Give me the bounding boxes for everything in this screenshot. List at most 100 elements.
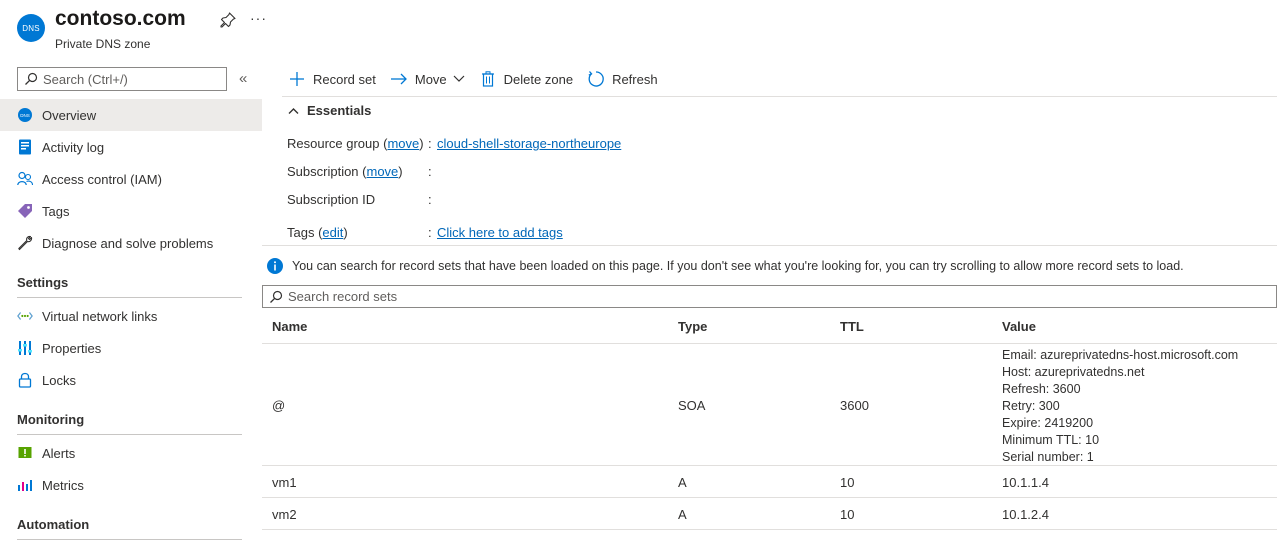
soa-email: Email: azureprivatedns-host.microsoft.co…	[1002, 348, 1239, 362]
resource-header: DNS contoso.com Private DNS zone ···	[0, 0, 1277, 60]
record-ttl: 10	[840, 475, 855, 490]
refresh-icon	[587, 70, 605, 88]
row-divider	[262, 465, 1277, 466]
sidebar-item-overview[interactable]: DNS Overview	[0, 99, 262, 131]
chevron-down-icon	[453, 75, 465, 83]
more-options-icon[interactable]: ···	[250, 10, 267, 26]
move-subscription-link[interactable]: move	[366, 164, 398, 179]
column-header-value[interactable]: Value	[1002, 319, 1036, 334]
people-icon	[17, 171, 33, 187]
column-header-type[interactable]: Type	[678, 319, 707, 334]
record-name: vm2	[272, 507, 297, 522]
record-set-search[interactable]	[262, 285, 1277, 308]
record-type: SOA	[678, 398, 706, 413]
essentials-toggle[interactable]: Essentials	[288, 103, 371, 118]
sidebar-search[interactable]	[17, 67, 227, 91]
sidebar-item-tags[interactable]: Tags	[0, 195, 262, 227]
paren: )	[419, 136, 424, 151]
add-tags-link[interactable]: Click here to add tags	[437, 225, 563, 240]
resource-group-row: Resource group (move)	[287, 136, 424, 151]
settings-section-header: Settings	[17, 275, 242, 298]
subscription-row: Subscription (move)	[287, 164, 403, 179]
sidebar-item-label: Tags	[42, 203, 70, 219]
record-value: 10.1.2.4	[1002, 507, 1049, 522]
column-header-ttl[interactable]: TTL	[840, 319, 864, 334]
resource-group-label: Resource group (	[287, 136, 388, 151]
activity-log-icon	[17, 139, 33, 155]
soa-expire: Expire: 2419200	[1002, 416, 1094, 430]
monitoring-section-header: Monitoring	[17, 412, 242, 435]
metrics-icon	[17, 477, 33, 493]
info-message: You can search for record sets that have…	[267, 258, 1184, 274]
sidebar-item-label: Access control (IAM)	[42, 171, 162, 187]
paren: )	[343, 225, 348, 240]
sidebar-item-label: Diagnose and solve problems	[42, 235, 214, 251]
column-header-name[interactable]: Name	[272, 319, 307, 334]
delete-zone-button[interactable]: Delete zone	[479, 70, 573, 88]
pin-icon[interactable]	[219, 11, 237, 29]
sidebar-item-label: Metrics	[42, 477, 84, 493]
resource-group-link[interactable]: cloud-shell-storage-northeurope	[437, 136, 621, 151]
move-button[interactable]: Move	[390, 70, 465, 88]
colon: :	[428, 192, 432, 207]
record-type: A	[678, 507, 687, 522]
record-ttl: 10	[840, 507, 855, 522]
sidebar-item-label: Overview	[42, 107, 97, 123]
record-set-search-input[interactable]	[288, 289, 1188, 304]
record-name: vm1	[272, 475, 297, 490]
paren: )	[398, 164, 403, 179]
collapse-sidebar-icon[interactable]: «	[239, 70, 247, 87]
info-text: You can search for record sets that have…	[292, 259, 1184, 273]
sidebar-item-label: Activity log	[42, 139, 105, 155]
sidebar-item-locks[interactable]: Locks	[0, 364, 262, 396]
subscription-id-label: Subscription ID	[287, 192, 376, 207]
dns-icon: DNS	[17, 107, 33, 123]
record-value: Email: azureprivatedns-host.microsoft.co…	[1002, 347, 1238, 466]
tags-row: Tags (edit)	[287, 225, 348, 240]
colon: :	[428, 136, 432, 151]
record-type: A	[678, 475, 687, 490]
record-name: @	[272, 398, 286, 413]
dns-zone-icon: DNS	[17, 14, 45, 42]
sidebar-item-alerts[interactable]: Alerts	[0, 437, 262, 469]
table-header-divider	[262, 343, 1277, 344]
info-icon	[267, 258, 283, 274]
resource-group-value: cloud-shell-storage-northeurope	[437, 136, 621, 151]
alert-icon	[17, 445, 33, 461]
add-record-set-button[interactable]: Record set	[288, 70, 376, 88]
sidebar-search-input[interactable]	[43, 71, 213, 87]
refresh-button[interactable]: Refresh	[587, 70, 658, 88]
tag-icon	[17, 203, 33, 219]
sidebar-item-activity-log[interactable]: Activity log	[0, 131, 262, 163]
sidebar-item-properties[interactable]: Properties	[0, 332, 262, 364]
sidebar-item-access-control[interactable]: Access control (IAM)	[0, 163, 262, 195]
arrow-right-icon	[390, 70, 408, 88]
subscription-label: Subscription (	[287, 164, 367, 179]
page-title: contoso.com	[55, 7, 186, 30]
lock-icon	[17, 372, 33, 388]
properties-icon	[17, 340, 33, 356]
sidebar-item-metrics[interactable]: Metrics	[0, 469, 262, 501]
soa-minimum-ttl: Minimum TTL: 10	[1002, 433, 1100, 447]
essentials-divider	[262, 245, 1277, 246]
edit-tags-link[interactable]: edit	[322, 225, 343, 240]
move-resource-group-link[interactable]: move	[387, 136, 419, 151]
tags-label: Tags (	[287, 225, 323, 240]
tags-value: Click here to add tags	[437, 225, 563, 240]
row-divider	[262, 497, 1277, 498]
sidebar-item-label: Locks	[42, 372, 76, 388]
wrench-icon	[17, 235, 33, 251]
trash-icon	[479, 70, 497, 88]
automation-section-header: Automation	[17, 517, 242, 540]
svg-text:DNS: DNS	[20, 113, 30, 118]
soa-host: Host: azureprivatedns.net	[1002, 365, 1145, 379]
command-bar: Record set Move Delete zone Refresh	[288, 68, 672, 90]
page-subtitle: Private DNS zone	[55, 37, 151, 51]
record-value: 10.1.1.4	[1002, 475, 1049, 490]
link-icon	[17, 308, 33, 324]
sidebar-item-diagnose[interactable]: Diagnose and solve problems	[0, 227, 262, 259]
move-label: Move	[414, 71, 447, 87]
search-icon	[25, 72, 38, 85]
record-set-label: Record set	[313, 71, 376, 87]
sidebar-item-virtual-network-links[interactable]: Virtual network links	[0, 300, 262, 332]
